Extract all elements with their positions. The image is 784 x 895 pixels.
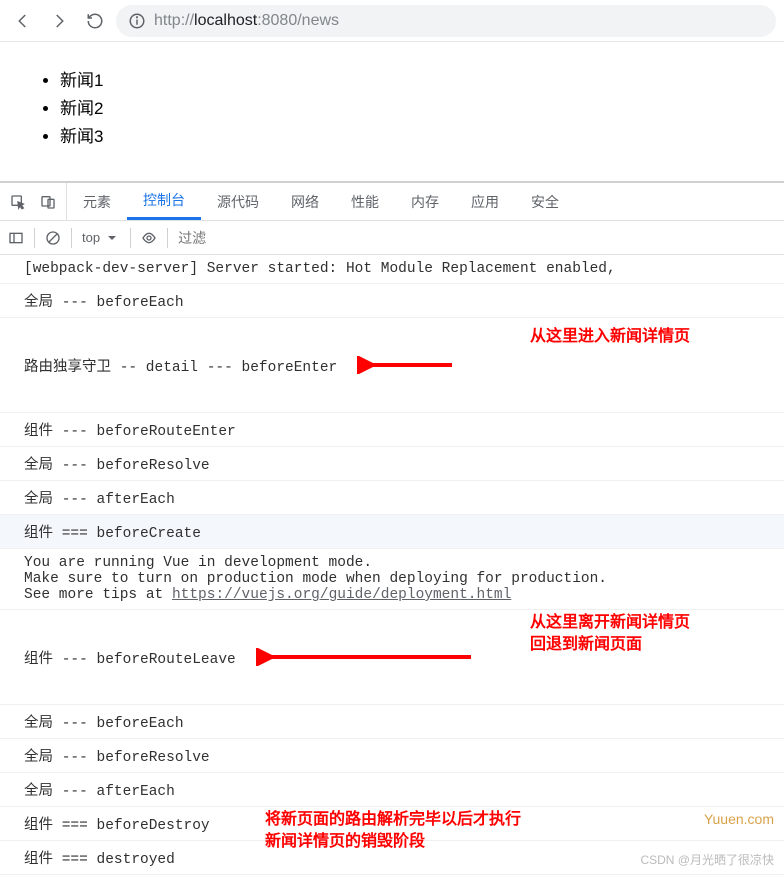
tab-elements[interactable]: 元素 bbox=[67, 183, 127, 220]
console-line: 组件 === destroyed CSDN @月光晒了很凉快 bbox=[0, 841, 784, 875]
device-icon[interactable] bbox=[40, 194, 56, 210]
arrow-icon bbox=[256, 616, 476, 698]
annotation: 从这里进入新闻详情页 bbox=[530, 322, 690, 346]
reload-button[interactable] bbox=[80, 6, 110, 36]
sidebar-toggle-icon[interactable] bbox=[8, 230, 24, 246]
chevron-down-icon bbox=[104, 230, 120, 246]
tab-memory[interactable]: 内存 bbox=[395, 183, 455, 220]
annotation: 从这里离开新闻详情页 回退到新闻页面 bbox=[530, 612, 690, 656]
yuucn-watermark: Yuuen.com bbox=[704, 811, 774, 827]
console-line: 组件 === beforeDestroy 将新页面的路由解析完毕以后才执行 新闻… bbox=[0, 807, 784, 841]
url-text: http://localhost:8080/news bbox=[154, 12, 339, 30]
browser-toolbar: http://localhost:8080/news bbox=[0, 0, 784, 42]
console-line: 全局 --- beforeResolve bbox=[0, 739, 784, 773]
console-line: 全局 --- beforeEach bbox=[0, 705, 784, 739]
console-line: 组件 --- beforeRouteEnter bbox=[0, 413, 784, 447]
console-line: 组件 --- beforeRouteLeave 从这里离开新闻详情页 回退到新闻… bbox=[0, 610, 784, 705]
filter-input[interactable] bbox=[178, 230, 776, 246]
arrow-icon bbox=[357, 324, 457, 406]
inspect-icon[interactable] bbox=[10, 194, 26, 210]
tab-network[interactable]: 网络 bbox=[275, 183, 335, 220]
console-line: 全局 --- afterEach bbox=[0, 481, 784, 515]
console-output: [webpack-dev-server] Server started: Hot… bbox=[0, 255, 784, 875]
console-line: 全局 --- beforeResolve bbox=[0, 447, 784, 481]
list-item[interactable]: 新闻1 bbox=[60, 67, 764, 95]
console-line: 全局 --- afterEach bbox=[0, 773, 784, 807]
tab-application[interactable]: 应用 bbox=[455, 183, 515, 220]
devtools-panel: 元素 控制台 源代码 网络 性能 内存 应用 安全 top [webpack-d… bbox=[0, 181, 784, 875]
tab-security[interactable]: 安全 bbox=[515, 183, 575, 220]
page-content: 新闻1 新闻2 新闻3 bbox=[0, 42, 784, 181]
news-list: 新闻1 新闻2 新闻3 bbox=[30, 67, 764, 151]
docs-link[interactable]: https://vuejs.org/guide/deployment.html bbox=[172, 587, 511, 603]
tab-performance[interactable]: 性能 bbox=[335, 183, 395, 220]
console-line: You are running Vue in development mode.… bbox=[0, 549, 784, 610]
back-button[interactable] bbox=[8, 6, 38, 36]
console-line: 全局 --- beforeEach bbox=[0, 284, 784, 318]
console-toolbar: top bbox=[0, 221, 784, 255]
context-selector[interactable]: top bbox=[82, 230, 120, 246]
info-icon bbox=[128, 12, 146, 30]
list-item[interactable]: 新闻2 bbox=[60, 95, 764, 123]
list-item[interactable]: 新闻3 bbox=[60, 123, 764, 151]
forward-button[interactable] bbox=[44, 6, 74, 36]
live-expression-icon[interactable] bbox=[141, 230, 157, 246]
tab-sources[interactable]: 源代码 bbox=[201, 183, 275, 220]
console-line: [webpack-dev-server] Server started: Hot… bbox=[0, 255, 784, 284]
console-line: 组件 === beforeCreate bbox=[0, 515, 784, 549]
clear-console-icon[interactable] bbox=[45, 230, 61, 246]
devtools-tabs: 元素 控制台 源代码 网络 性能 内存 应用 安全 bbox=[0, 183, 784, 221]
address-bar[interactable]: http://localhost:8080/news bbox=[116, 5, 776, 37]
console-line: 路由独享守卫 -- detail --- beforeEnter 从这里进入新闻… bbox=[0, 318, 784, 413]
tab-console[interactable]: 控制台 bbox=[127, 183, 201, 220]
csdn-watermark: CSDN @月光晒了很凉快 bbox=[640, 851, 774, 868]
